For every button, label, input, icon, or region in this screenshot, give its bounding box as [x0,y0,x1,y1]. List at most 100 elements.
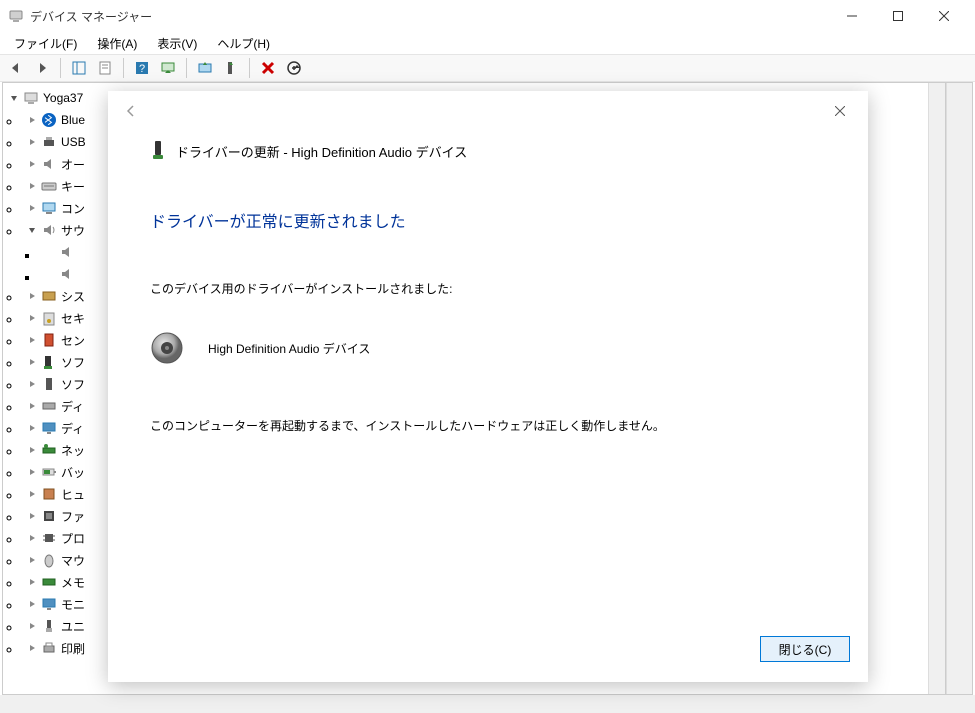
tree-item-label: ネッ [61,442,85,459]
menu-file[interactable]: ファイル(F) [6,33,85,54]
device-manager-icon [8,8,24,24]
chevron-icon[interactable] [25,553,39,567]
dialog-restart-text: このコンピューターを再起動するまで、インストールしたハードウェアは正しく動作しま… [150,417,826,434]
tree-item-label: オー [61,156,85,173]
titlebar: デバイス マネージャー [0,0,975,32]
svg-text:?: ? [139,63,145,75]
chevron-icon[interactable] [25,355,39,369]
software-icon [41,354,57,370]
chevron-icon[interactable] [25,399,39,413]
chevron-icon[interactable] [25,619,39,633]
tree-item-label: Blue [61,113,85,127]
tree-item-label: ヒュ [61,486,85,503]
chevron-icon[interactable] [25,135,39,149]
tree-item-label: メモ [61,574,85,591]
disable-icon[interactable] [256,56,280,80]
keyboard-icon [41,178,57,194]
computer-icon [23,90,39,106]
processor-icon [41,530,57,546]
tree-item-label: プロ [61,530,85,547]
toolbar: ? [0,54,975,82]
chevron-icon[interactable] [25,113,39,127]
menubar: ファイル(F) 操作(A) 表示(V) ヘルプ(H) [0,32,975,54]
properties-icon[interactable] [93,56,117,80]
dialog-installed-text: このデバイス用のドライバーがインストールされました: [150,280,826,297]
battery-icon [41,464,57,480]
right-pane [946,83,972,694]
software2-icon [41,376,57,392]
tree-item-label: ディ [61,420,84,437]
tree-item-label: 印刷 [61,640,85,657]
back-icon[interactable] [4,56,28,80]
monitor-icon [41,596,57,612]
chevron-icon[interactable] [25,509,39,523]
disk-icon [41,398,57,414]
scan-icon[interactable] [156,56,180,80]
dialog-title: ドライバーの更新 - High Definition Audio デバイス [176,142,467,161]
tree-item-label: セキ [61,310,85,327]
chevron-icon[interactable] [25,333,39,347]
network-icon [41,442,57,458]
security-icon [41,310,57,326]
forward-icon[interactable] [30,56,54,80]
speaker-icon [150,331,184,365]
close-dialog-button-label: 閉じる(C) [779,641,832,658]
mouse-icon [41,552,57,568]
maximize-button[interactable] [875,1,921,31]
uninstall-icon[interactable] [219,56,243,80]
update-driver-icon[interactable] [193,56,217,80]
display-icon [41,420,57,436]
close-button[interactable] [921,1,967,31]
printer-icon [41,640,57,656]
minimize-button[interactable] [829,1,875,31]
speaker-sub-icon [59,266,75,282]
sensor-icon [41,332,57,348]
system-icon [41,288,57,304]
menu-help[interactable]: ヘルプ(H) [209,33,278,54]
usb-plug-icon [41,618,57,634]
chevron-icon[interactable] [25,421,39,435]
driver-device-icon [150,139,166,164]
chevron-icon[interactable] [25,597,39,611]
close-dialog-button[interactable]: 閉じる(C) [760,636,850,662]
scrollbar[interactable] [928,83,945,694]
memory-icon [41,574,57,590]
chevron-icon[interactable] [25,641,39,655]
enable-icon[interactable] [282,56,306,80]
chevron-icon[interactable] [25,575,39,589]
chevron-icon[interactable] [25,487,39,501]
menu-view[interactable]: 表示(V) [149,33,205,54]
menu-action[interactable]: 操作(A) [89,33,145,54]
show-hide-tree-icon[interactable] [67,56,91,80]
dialog-back-icon[interactable] [116,96,146,126]
chevron-icon[interactable] [25,289,39,303]
dialog-close-icon[interactable] [820,96,860,126]
help-icon[interactable]: ? [130,56,154,80]
chevron-icon[interactable] [25,443,39,457]
speaker-icon [41,156,57,172]
tree-item-label: ユニ [61,618,85,635]
computer-icon [41,200,57,216]
chevron-icon[interactable] [25,157,39,171]
chevron-icon[interactable] [25,179,39,193]
tree-item-label: ソフ [61,354,85,371]
chevron-icon[interactable] [25,377,39,391]
tree-item-label: USB [61,135,86,149]
chevron-icon[interactable] [25,223,39,237]
chevron-icon[interactable] [25,531,39,545]
chevron-icon[interactable] [25,311,39,325]
tree-item-label: セン [61,332,85,349]
tree-item-label: ディ [61,398,84,415]
tree-item-label: シス [61,288,85,305]
chevron-icon[interactable] [25,465,39,479]
tree-item-label: マウ [61,552,85,569]
tree-item-label: モニ [61,596,85,613]
chevron-icon[interactable] [25,201,39,215]
chevron-down-icon[interactable] [7,91,21,105]
usb-icon [41,134,57,150]
speaker-sub-icon [59,244,75,260]
statusbar [0,695,975,713]
window-title: デバイス マネージャー [30,8,152,25]
tree-root-label: Yoga37 [43,91,83,105]
tree-item-label: ファ [61,508,85,525]
